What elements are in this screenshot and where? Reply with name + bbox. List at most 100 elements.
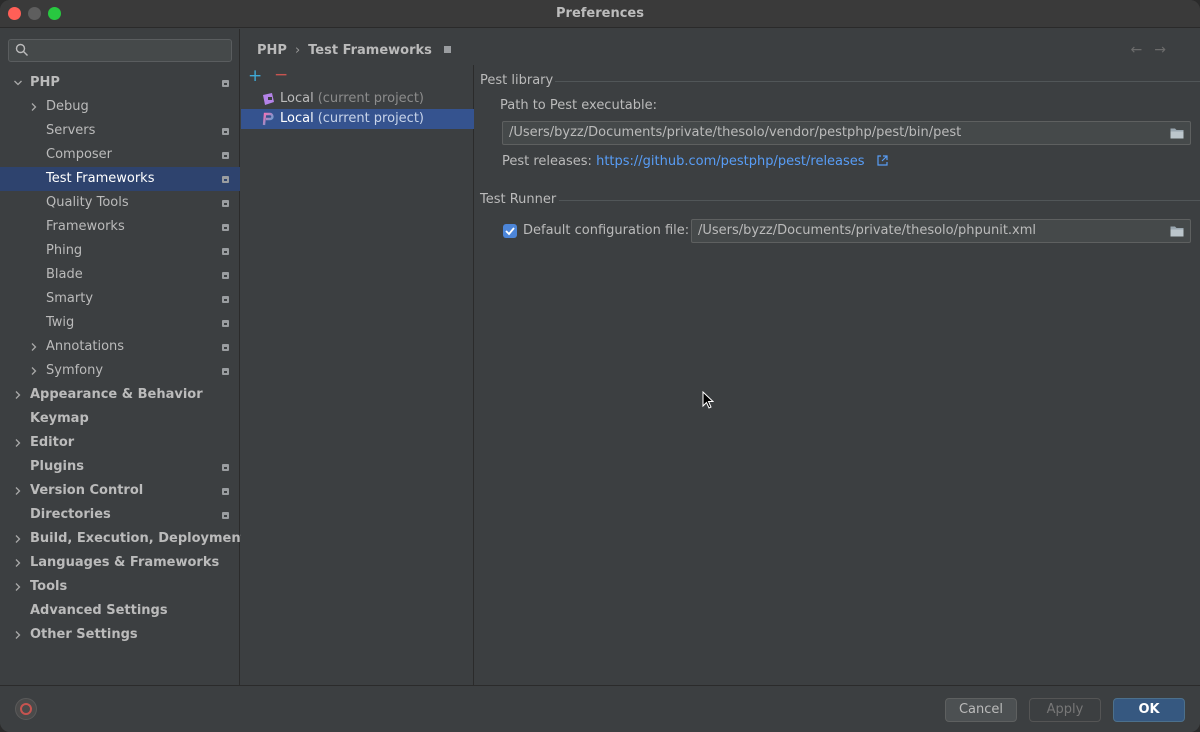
ok-button[interactable]: OK — [1113, 698, 1185, 722]
browse-folder-icon[interactable] — [1170, 225, 1184, 237]
sidebar-item[interactable]: Keymap — [0, 407, 240, 431]
chevron-right-icon[interactable] — [14, 559, 22, 567]
sidebar-item[interactable]: Quality Tools — [0, 191, 240, 215]
breadcrumb-current: Test Frameworks — [308, 43, 432, 58]
pest-releases-link[interactable]: https://github.com/pestphp/pest/releases — [596, 154, 865, 169]
chevron-right-icon[interactable] — [14, 535, 22, 543]
sidebar-item[interactable]: Editor — [0, 431, 240, 455]
pest-path-label: Path to Pest executable: — [500, 98, 658, 113]
sidebar-item-label: Editor — [30, 435, 75, 450]
back-arrow-icon[interactable]: ← — [1131, 42, 1155, 58]
breadcrumb-parent[interactable]: PHP — [257, 43, 287, 58]
add-config-icon[interactable]: + — [248, 67, 262, 85]
sidebar-item[interactable]: Phing — [0, 239, 240, 263]
sidebar-item[interactable]: Symfony — [0, 359, 240, 383]
mouse-cursor-icon — [702, 391, 714, 409]
pest-path-field[interactable]: /Users/byzz/Documents/private/thesolo/ve… — [502, 121, 1191, 145]
sidebar-item-label: Version Control — [30, 483, 144, 498]
default-config-label[interactable]: Default configuration file: — [523, 223, 689, 238]
help-button[interactable] — [15, 698, 37, 720]
sidebar-item[interactable]: Advanced Settings — [0, 599, 240, 623]
chevron-right-icon[interactable] — [30, 367, 38, 375]
sidebar-item-label: Plugins — [30, 459, 84, 474]
sidebar-item-label: Keymap — [30, 411, 89, 426]
project-scope-icon — [222, 272, 229, 279]
sidebar-item-label: Phing — [46, 243, 83, 258]
sidebar-item[interactable]: Debug — [0, 95, 240, 119]
project-scope-icon — [222, 128, 229, 135]
sidebar-item-label: Test Frameworks — [46, 171, 155, 186]
apply-button[interactable]: Apply — [1029, 698, 1101, 722]
project-scope-icon — [222, 296, 229, 303]
sidebar-item[interactable]: Blade — [0, 263, 240, 287]
config-list-item[interactable]: Local (current project) — [241, 89, 474, 109]
project-scope-icon — [222, 224, 229, 231]
sidebar-item[interactable]: Composer — [0, 143, 240, 167]
pest-library-section-title: Pest library — [480, 73, 554, 88]
sidebar-item-label: Twig — [46, 315, 75, 330]
section-divider — [559, 200, 1200, 201]
sidebar-item[interactable]: Version Control — [0, 479, 240, 503]
checkmark-icon — [505, 227, 515, 236]
sidebar-item[interactable]: Plugins — [0, 455, 240, 479]
chevron-right-icon[interactable] — [14, 631, 22, 639]
browse-folder-icon[interactable] — [1170, 127, 1184, 139]
config-list: Local (current project) Local (current proj… — [241, 89, 474, 129]
chevron-right-icon[interactable] — [30, 103, 38, 111]
remove-config-icon[interactable]: − — [274, 66, 288, 84]
config-list-item[interactable]: Local (current project) — [241, 109, 474, 129]
sidebar-item-label: Blade — [46, 267, 83, 282]
chevron-down-icon[interactable] — [14, 79, 22, 87]
search-icon — [15, 43, 28, 56]
chevron-right-icon[interactable] — [14, 487, 22, 495]
sidebar-item-label: Frameworks — [46, 219, 125, 234]
sidebar-item[interactable]: Annotations — [0, 335, 240, 359]
config-scope: (current project) — [317, 91, 424, 106]
sidebar-item[interactable]: Tools — [0, 575, 240, 599]
sidebar-item-label: Other Settings — [30, 627, 138, 642]
sidebar-item[interactable]: Build, Execution, Deployment — [0, 527, 247, 551]
chevron-right-icon[interactable] — [14, 583, 22, 591]
project-scope-icon — [222, 200, 229, 207]
default-config-field[interactable]: /Users/byzz/Documents/private/thesolo/ph… — [691, 219, 1191, 243]
default-config-checkbox[interactable] — [503, 224, 517, 238]
sidebar-item-label: Tools — [30, 579, 68, 594]
sidebar-item[interactable]: Directories — [0, 503, 240, 527]
chevron-right-icon[interactable] — [14, 439, 22, 447]
sidebar-item-label: Build, Execution, Deployment — [30, 531, 247, 546]
pest-releases-row: Pest releases: https://github.com/pestph… — [502, 154, 888, 169]
test-runner-section-title: Test Runner — [480, 192, 557, 207]
cancel-button[interactable]: Cancel — [945, 698, 1017, 722]
project-scope-icon — [222, 488, 229, 495]
sidebar-item[interactable]: Twig — [0, 311, 240, 335]
sidebar-item-label: Servers — [46, 123, 96, 138]
pest-path-value: /Users/byzz/Documents/private/thesolo/ve… — [509, 125, 962, 140]
sidebar-item-label: PHP — [30, 75, 60, 90]
external-link-icon[interactable] — [877, 155, 888, 166]
sidebar-item[interactable]: Languages & Frameworks — [0, 551, 240, 575]
search-input[interactable] — [8, 39, 232, 62]
chevron-right-icon[interactable] — [14, 391, 22, 399]
sidebar-item[interactable]: PHP — [0, 71, 240, 95]
sidebar-item[interactable]: Frameworks — [0, 215, 240, 239]
sidebar-item[interactable]: Other Settings — [0, 623, 240, 647]
sidebar-item-label: Composer — [46, 147, 113, 162]
config-name: Local — [280, 111, 314, 126]
sidebar-item[interactable]: Appearance & Behavior — [0, 383, 240, 407]
sidebar-item[interactable]: Servers — [0, 119, 240, 143]
forward-arrow-icon[interactable]: → — [1154, 42, 1178, 58]
chevron-right-icon[interactable] — [30, 343, 38, 351]
preferences-window: Preferences PHP Debug Servers Composer Test … — [0, 0, 1200, 732]
sidebar-item[interactable]: Smarty — [0, 287, 240, 311]
sidebar-item-label: Smarty — [46, 291, 94, 306]
config-toolbar: + − — [241, 65, 474, 89]
project-scope-icon — [222, 248, 229, 255]
settings-content: Pest library Path to Pest executable: /U… — [475, 65, 1200, 685]
pest-icon — [262, 112, 274, 126]
config-name: Local — [280, 91, 314, 106]
pest-releases-label: Pest releases: — [502, 154, 592, 169]
project-scope-icon — [222, 344, 229, 351]
project-scope-icon — [222, 176, 229, 183]
title-bar: Preferences — [0, 0, 1200, 28]
sidebar-item[interactable]: Test Frameworks — [0, 167, 240, 191]
